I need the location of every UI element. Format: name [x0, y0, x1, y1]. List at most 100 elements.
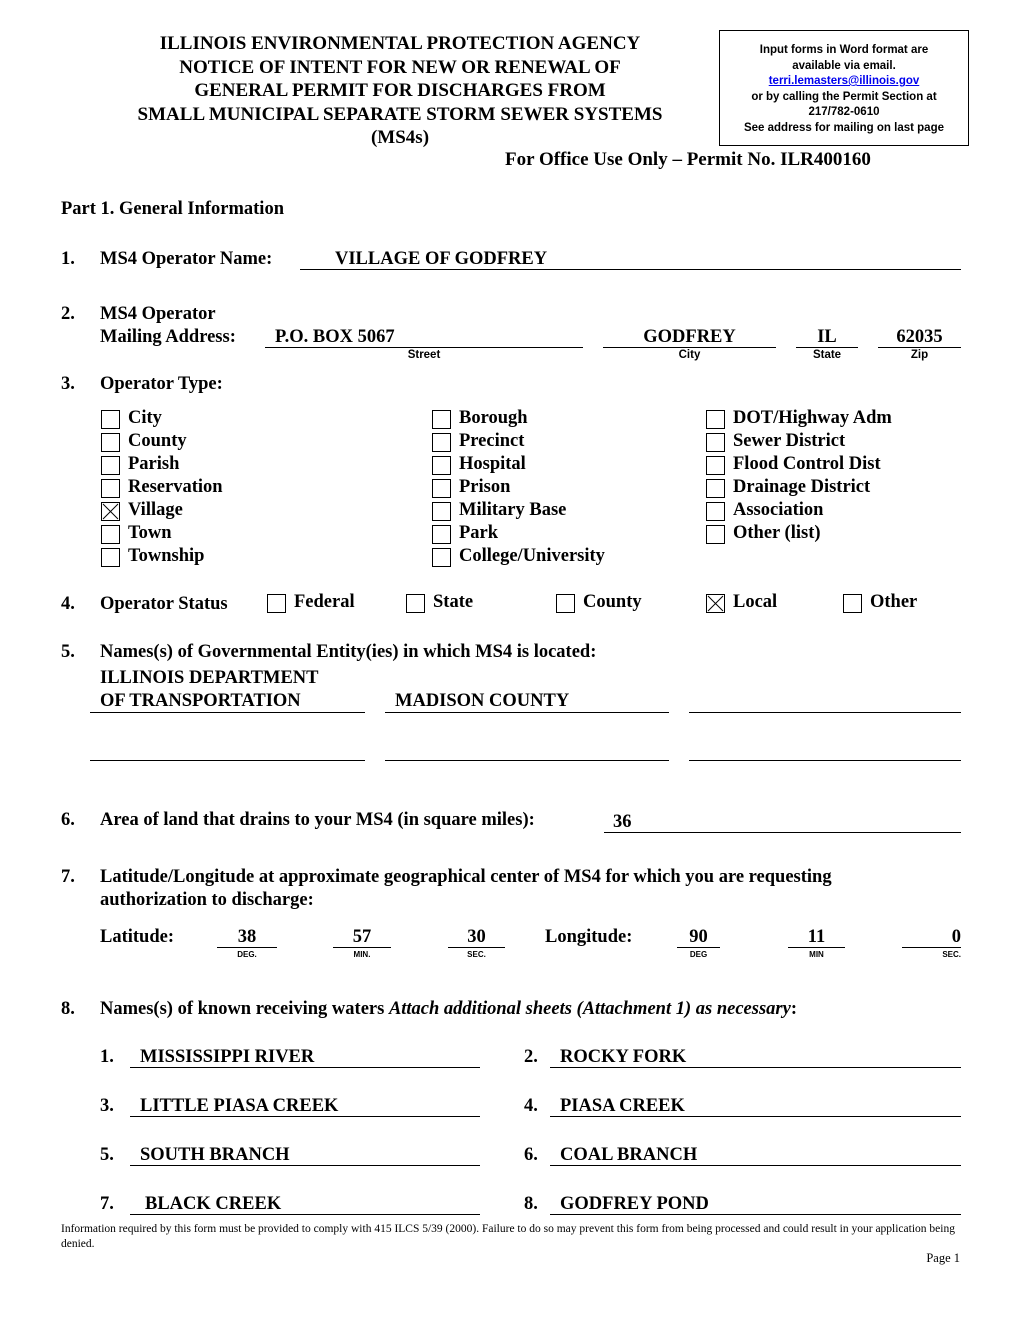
operator-type-village-checkbox[interactable] — [101, 502, 120, 521]
entity-field-6[interactable] — [689, 760, 961, 761]
operator-type-park-label: Park — [459, 523, 499, 543]
operator-type-drainage-district-checkbox[interactable] — [706, 479, 725, 498]
entity-field-4[interactable] — [90, 760, 365, 761]
title-line: ILLINOIS ENVIRONMENTAL PROTECTION AGENCY — [159, 33, 641, 54]
lon-deg-caption: DEG — [689, 950, 708, 959]
q8-label-end: : — [790, 999, 797, 1019]
operator-type-other-list-checkbox[interactable] — [706, 525, 725, 544]
state-caption: State — [812, 349, 842, 361]
operator-type-village-label: Village — [128, 500, 183, 520]
receiving-water-name: ROCKY FORK — [560, 1047, 687, 1067]
status-federal-label: Federal — [294, 592, 355, 612]
operator-type-sewer-district-label: Sewer District — [733, 431, 846, 451]
state-value: IL — [817, 327, 837, 347]
lat-min-caption: MIN. — [353, 950, 371, 959]
part1-heading: Part 1. General Information — [61, 199, 284, 219]
operator-type-township-checkbox[interactable] — [101, 548, 120, 567]
entity-field-3[interactable] — [689, 712, 961, 713]
water-number: 4. — [524, 1096, 538, 1116]
water-number: 8. — [524, 1194, 538, 1214]
operator-type-reservation-label: Reservation — [128, 477, 223, 497]
status-county-label: County — [583, 592, 642, 612]
operator-type-flood-control-dist-label: Flood Control Dist — [733, 454, 881, 474]
q6-label: Area of land that drains to your MS4 (in… — [100, 810, 535, 830]
page-number: Page 1 — [926, 1251, 960, 1265]
title-line: (MS4s) — [370, 127, 430, 148]
email-link[interactable]: terri.lemasters@illinois.gov — [769, 75, 920, 87]
lat-sec-value: 30 — [467, 927, 486, 947]
operator-type-college-university-label: College/University — [459, 546, 605, 566]
operator-type-dot-highway-adm-label: DOT/Highway Adm — [733, 408, 892, 428]
latitude-label: Latitude: — [100, 927, 174, 947]
operator-type-county-checkbox[interactable] — [101, 433, 120, 452]
water-number: 6. — [524, 1145, 538, 1165]
title-line: GENERAL PERMIT FOR DISCHARGES FROM — [194, 80, 606, 101]
entity-2-value: MADISON COUNTY — [395, 691, 570, 711]
status-county-checkbox[interactable] — [556, 594, 575, 613]
info-line: available via email. — [792, 59, 896, 72]
operator-type-military-base-checkbox[interactable] — [432, 502, 451, 521]
q8-number: 8. — [61, 999, 75, 1019]
operator-type-college-university-checkbox[interactable] — [432, 548, 451, 567]
info-line: Input forms in Word format are — [759, 44, 929, 56]
lat-deg-value: 38 — [237, 927, 257, 947]
status-state-checkbox[interactable] — [406, 594, 425, 613]
entity-field-5[interactable] — [385, 760, 669, 761]
operator-type-hospital-label: Hospital — [459, 454, 526, 474]
lon-sec-value: 0 — [951, 927, 961, 947]
q2-label-line2: Mailing Address: — [100, 327, 236, 347]
operator-type-city-checkbox[interactable] — [101, 410, 120, 429]
status-other-checkbox[interactable] — [843, 594, 862, 613]
operator-type-borough-checkbox[interactable] — [432, 410, 451, 429]
q8-label-plain: Names(s) of known receiving waters — [100, 999, 389, 1019]
lat-deg-caption: DEG. — [237, 950, 257, 959]
status-local-checkbox[interactable] — [706, 594, 725, 613]
entity-field-2[interactable] — [385, 712, 669, 713]
receiving-water-name: COAL BRANCH — [560, 1145, 698, 1165]
receiving-water-name: LITTLE PIASA CREEK — [140, 1096, 339, 1116]
zip-caption: Zip — [910, 349, 929, 361]
q5-number: 5. — [61, 642, 75, 662]
q3-label: Operator Type: — [100, 374, 223, 394]
entity-1-line1: ILLINOIS DEPARTMENT — [100, 668, 319, 688]
info-line: See address for mailing on last page — [743, 121, 945, 134]
q7-label-line1: Latitude/Longitude at approximate geogra… — [100, 867, 832, 887]
operator-type-association-checkbox[interactable] — [706, 502, 725, 521]
operator-type-prison-label: Prison — [459, 477, 511, 497]
operator-type-town-label: Town — [128, 523, 172, 543]
receiving-water-name: GODFREY POND — [560, 1194, 709, 1214]
operator-type-park-checkbox[interactable] — [432, 525, 451, 544]
operator-type-precinct-checkbox[interactable] — [432, 433, 451, 452]
area-field[interactable] — [604, 832, 961, 833]
operator-name-value: VILLAGE OF GODFREY — [335, 249, 548, 269]
operator-type-parish-label: Parish — [128, 454, 180, 474]
operator-type-association-label: Association — [733, 500, 824, 520]
q4-label: Operator Status — [100, 594, 228, 614]
q1-label: MS4 Operator Name: — [100, 249, 273, 269]
q8-label: Names(s) of known receiving waters Attac… — [100, 999, 797, 1020]
entity-1-line2: OF TRANSPORTATION — [100, 691, 301, 711]
receiving-water-name: PIASA CREEK — [560, 1096, 685, 1116]
operator-type-parish-checkbox[interactable] — [101, 456, 120, 475]
operator-type-hospital-checkbox[interactable] — [432, 456, 451, 475]
operator-type-dot-highway-adm-checkbox[interactable] — [706, 410, 725, 429]
operator-type-precinct-label: Precinct — [459, 431, 525, 451]
entity-field-1[interactable] — [90, 712, 365, 713]
status-state-label: State — [433, 592, 474, 612]
q1-number: 1. — [61, 249, 75, 269]
zip-value: 62035 — [896, 327, 943, 347]
receiving-water-name: BLACK CREEK — [145, 1194, 282, 1214]
operator-type-reservation-checkbox[interactable] — [101, 479, 120, 498]
status-federal-checkbox[interactable] — [267, 594, 286, 613]
info-line: or by calling the Permit Section at — [751, 90, 937, 103]
form-title: ILLINOIS ENVIRONMENTAL PROTECTION AGENCY… — [100, 32, 700, 150]
city-value: GODFREY — [643, 327, 736, 347]
info-box: Input forms in Word format are available… — [719, 30, 969, 146]
water-number: 3. — [100, 1096, 114, 1116]
operator-type-flood-control-dist-checkbox[interactable] — [706, 456, 725, 475]
operator-type-sewer-district-checkbox[interactable] — [706, 433, 725, 452]
operator-type-town-checkbox[interactable] — [101, 525, 120, 544]
street-caption: Street — [407, 349, 441, 361]
operator-type-prison-checkbox[interactable] — [432, 479, 451, 498]
water-number: 1. — [100, 1047, 114, 1067]
